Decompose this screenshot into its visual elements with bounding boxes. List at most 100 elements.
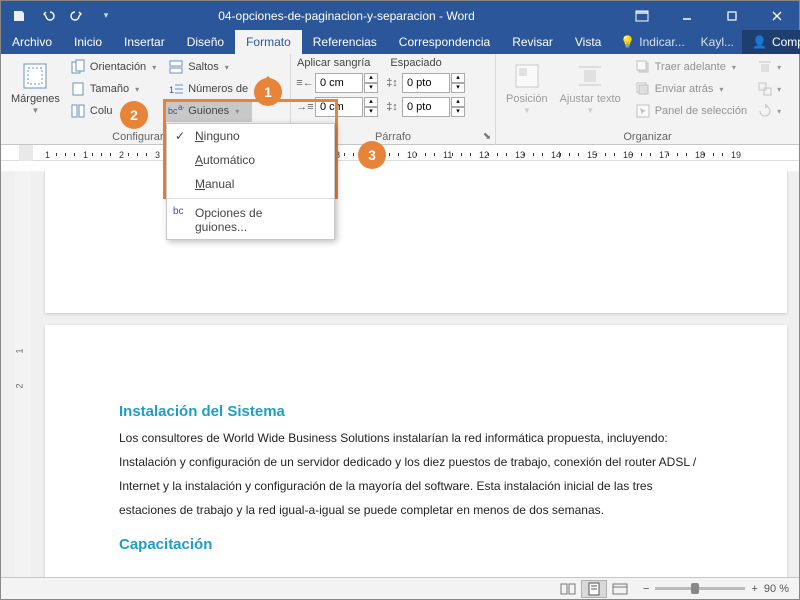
close-icon[interactable] bbox=[754, 1, 799, 30]
space-before-spinner[interactable]: ‡↕▴▾ bbox=[384, 72, 465, 94]
hyphen-options-label: Opciones de guiones... bbox=[195, 206, 262, 234]
bring-forward-label: Traer adelante bbox=[655, 61, 726, 73]
tab-inicio[interactable]: Inicio bbox=[63, 30, 113, 54]
align-icon bbox=[757, 59, 773, 75]
maximize-icon[interactable] bbox=[709, 1, 754, 30]
position-label: Posición bbox=[506, 93, 548, 105]
breaks-icon bbox=[168, 59, 184, 75]
print-layout-icon[interactable] bbox=[581, 580, 607, 598]
margins-icon bbox=[19, 60, 51, 92]
orientation-label: Orientación bbox=[90, 61, 146, 73]
hyphen-options-item[interactable]: bc Opciones de guiones... bbox=[167, 201, 334, 239]
selection-pane-label: Panel de selección bbox=[655, 105, 747, 117]
indent-left-input[interactable] bbox=[315, 73, 363, 93]
save-icon[interactable] bbox=[11, 8, 27, 24]
tab-archivo[interactable]: Archivo bbox=[1, 30, 63, 54]
tell-me[interactable]: 💡Indicar... bbox=[612, 30, 692, 54]
hyphen-options-icon: bc bbox=[173, 206, 184, 217]
zoom-in-button[interactable]: + bbox=[751, 583, 757, 595]
margins-label: Márgenes bbox=[11, 93, 60, 105]
bring-forward-icon bbox=[635, 59, 651, 75]
group-button[interactable]: ▾ bbox=[753, 78, 785, 100]
doc-body-1: Los consultores de World Wide Business S… bbox=[119, 426, 713, 522]
horizontal-ruler[interactable]: 112345678910111213141516171819 bbox=[1, 145, 799, 161]
wrap-text-button[interactable]: Ajustar texto▼ bbox=[554, 56, 627, 131]
zoom-out-button[interactable]: − bbox=[643, 583, 649, 595]
ribbon-display-icon[interactable] bbox=[619, 1, 664, 30]
size-button[interactable]: Tamaño▾ bbox=[66, 78, 160, 100]
tab-formato[interactable]: Formato bbox=[235, 30, 302, 54]
share-label: Compartir bbox=[772, 35, 800, 49]
callout-2: 2 bbox=[120, 101, 148, 129]
rotate-button[interactable]: ▾ bbox=[753, 100, 785, 122]
qat-dropdown-icon[interactable]: ▾ bbox=[98, 8, 114, 24]
chevron-down-icon: ▼ bbox=[32, 106, 40, 115]
orientation-icon bbox=[70, 59, 86, 75]
share-button[interactable]: 👤 Compartir bbox=[742, 30, 800, 54]
position-button[interactable]: Posición▼ bbox=[500, 56, 554, 131]
doc-heading-2: Capacitación bbox=[119, 536, 713, 553]
page-current[interactable]: Instalación del Sistema Los consultores … bbox=[45, 325, 787, 577]
indent-left-spinner[interactable]: ≡←▴▾ bbox=[297, 72, 378, 94]
hyphenation-menu: Ninguno Automático Manual bc Opciones de … bbox=[166, 123, 335, 240]
line-numbers-label: Números de bbox=[188, 83, 248, 95]
callout-3: 3 bbox=[358, 141, 386, 169]
indent-right-input[interactable] bbox=[315, 97, 363, 117]
callout-1: 1 bbox=[254, 78, 282, 106]
hyphenation-button[interactable]: bca-Guiones▾ bbox=[164, 100, 252, 122]
hyphen-manual-item[interactable]: Manual bbox=[167, 172, 334, 196]
breaks-label: Saltos bbox=[188, 61, 219, 73]
svg-text:a-: a- bbox=[178, 103, 184, 112]
tab-revisar[interactable]: Revisar bbox=[501, 30, 564, 54]
hyphenation-icon: bca- bbox=[168, 103, 184, 119]
wrap-text-icon bbox=[574, 60, 606, 92]
line-numbers-icon: 1 bbox=[168, 81, 184, 97]
hyphen-none-item[interactable]: Ninguno bbox=[167, 124, 334, 148]
svg-text:1: 1 bbox=[169, 85, 174, 95]
web-layout-icon[interactable] bbox=[607, 580, 633, 598]
zoom-slider[interactable] bbox=[655, 587, 745, 590]
columns-icon bbox=[70, 103, 86, 119]
space-after-input[interactable] bbox=[402, 97, 450, 117]
bring-forward-button[interactable]: Traer adelante▾ bbox=[631, 56, 751, 78]
wrap-text-label: Ajustar texto bbox=[560, 93, 621, 105]
send-back-label: Enviar atrás bbox=[655, 83, 714, 95]
read-mode-icon[interactable] bbox=[555, 580, 581, 598]
selection-pane-button[interactable]: Panel de selección bbox=[631, 100, 751, 122]
undo-icon[interactable] bbox=[40, 8, 56, 24]
share-icon: 👤 bbox=[752, 35, 767, 49]
page-previous bbox=[45, 171, 787, 313]
rotate-icon bbox=[757, 103, 773, 119]
space-after-icon: ‡↕ bbox=[384, 99, 400, 115]
tab-insertar[interactable]: Insertar bbox=[113, 30, 176, 54]
tab-correspondencia[interactable]: Correspondencia bbox=[388, 30, 501, 54]
tab-vista[interactable]: Vista bbox=[564, 30, 612, 54]
paragraph-group-label: Párrafo bbox=[375, 131, 411, 143]
bulb-icon: 💡 bbox=[620, 35, 635, 49]
space-before-input[interactable] bbox=[402, 73, 450, 93]
breaks-button[interactable]: Saltos▾ bbox=[164, 56, 252, 78]
space-before-icon: ‡↕ bbox=[384, 75, 400, 91]
zoom-level[interactable]: 90 % bbox=[764, 583, 789, 595]
margins-button[interactable]: Márgenes ▼ bbox=[5, 56, 66, 131]
tab-diseno[interactable]: Diseño bbox=[176, 30, 235, 54]
indent-heading: Aplicar sangría bbox=[297, 57, 370, 69]
svg-text:bc: bc bbox=[168, 106, 178, 116]
hyphen-auto-item[interactable]: Automático bbox=[167, 148, 334, 172]
send-back-button[interactable]: Enviar atrás▾ bbox=[631, 78, 751, 100]
indent-right-spinner[interactable]: →≡▴▾ bbox=[297, 96, 378, 118]
minimize-icon[interactable] bbox=[664, 1, 709, 30]
paragraph-launcher-icon[interactable]: ⬊ bbox=[481, 131, 493, 143]
size-label: Tamaño bbox=[90, 83, 129, 95]
spacing-heading: Espaciado bbox=[390, 57, 441, 69]
redo-icon[interactable] bbox=[69, 8, 85, 24]
selection-pane-icon bbox=[635, 103, 651, 119]
orientation-button[interactable]: Orientación▾ bbox=[66, 56, 160, 78]
vertical-ruler[interactable]: 1 2 bbox=[15, 171, 31, 577]
account-name[interactable]: Kayl... bbox=[693, 30, 742, 54]
space-after-spinner[interactable]: ‡↕▴▾ bbox=[384, 96, 465, 118]
line-numbers-button[interactable]: 1 Números de bbox=[164, 78, 252, 100]
window-title: 04-opciones-de-paginacion-y-separacion -… bbox=[114, 9, 619, 23]
tab-referencias[interactable]: Referencias bbox=[302, 30, 388, 54]
align-button[interactable]: ▾ bbox=[753, 56, 785, 78]
